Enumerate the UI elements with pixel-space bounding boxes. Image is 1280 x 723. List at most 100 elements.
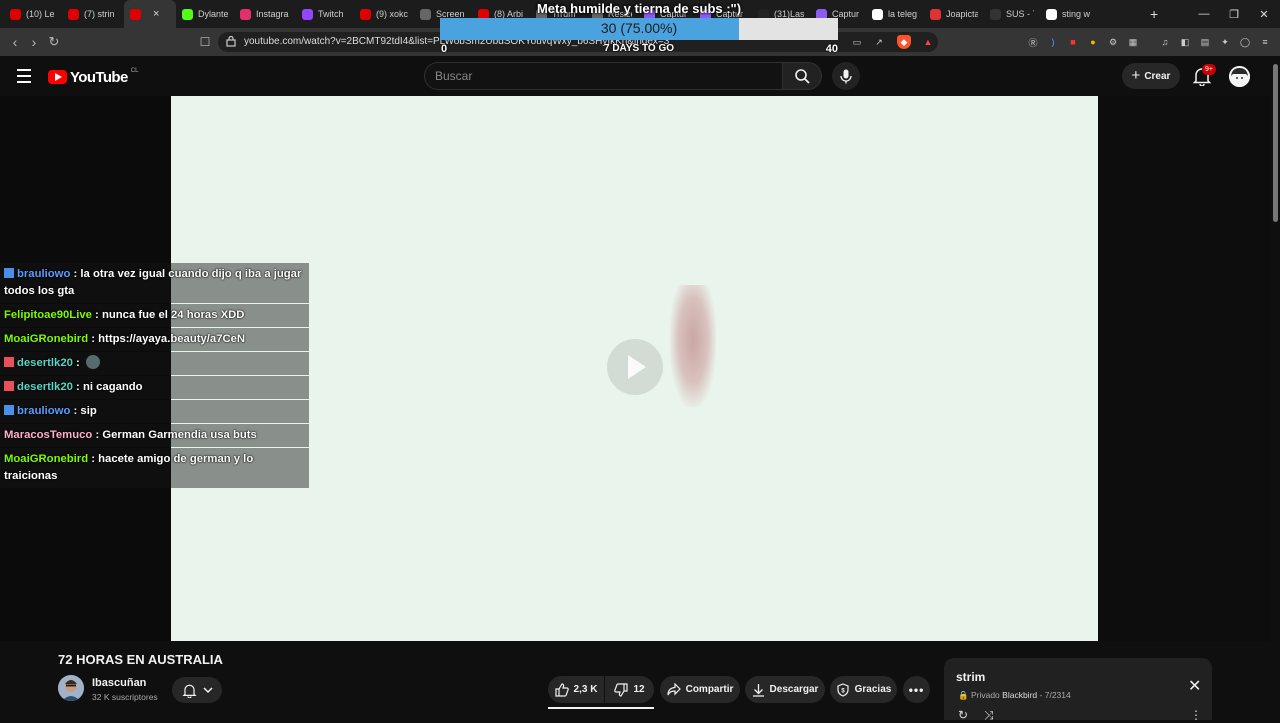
page-background-right (1098, 96, 1270, 641)
search-input[interactable]: Buscar (424, 62, 782, 90)
extensions-puzzle-icon[interactable]: ▦ (1126, 35, 1140, 49)
guide-menu-button[interactable] (14, 66, 34, 86)
tab-title: Twitch (318, 9, 344, 19)
page-scrollbar[interactable] (1270, 56, 1280, 720)
heart-badge-icon (4, 381, 14, 391)
youtube-logo[interactable]: YouTube CL (48, 67, 138, 87)
bookmark-icon[interactable]: ☐ (196, 33, 214, 51)
browser-tab[interactable]: SUS - 7 (984, 0, 1040, 28)
reload-button[interactable]: ↻ (45, 33, 63, 51)
plus-icon: + (1131, 67, 1141, 84)
create-button[interactable]: + Crear (1122, 63, 1180, 89)
back-button[interactable]: ‹ (6, 33, 24, 51)
tab-favicon-icon (68, 8, 79, 20)
vpn-icon[interactable]: ◯ (1238, 35, 1252, 49)
browser-tab[interactable]: (7) strin (62, 0, 124, 28)
goal-days-left: 7 DAYS TO GO (603, 43, 675, 54)
brave-shield-icon[interactable]: ◆ (897, 35, 911, 49)
chat-username: desertlk20 (17, 381, 73, 393)
more-actions-button[interactable]: ••• (903, 676, 930, 703)
browser-tab[interactable]: Instagra (234, 0, 296, 28)
chat-message: brauliowo : sip (0, 400, 309, 423)
browser-tab[interactable]: (10) Le (4, 0, 62, 28)
browser-tab[interactable]: Joapicta (924, 0, 984, 28)
lock-icon: 🔒 (958, 690, 969, 700)
browser-tab[interactable]: Twitch (296, 0, 354, 28)
chat-separator: : (91, 309, 102, 321)
close-tab-icon[interactable]: × (153, 8, 159, 20)
thumbs-up-icon (554, 682, 569, 697)
platform-badge-icon (4, 405, 14, 415)
chat-message: brauliowo : la otra vez igual cuando dij… (0, 263, 309, 303)
chat-username: desertlk20 (17, 357, 73, 369)
thanks-button[interactable]: $ Gracias (830, 676, 897, 703)
share-label: Compartir (685, 684, 734, 695)
voice-search-button[interactable] (832, 62, 860, 90)
subscription-notification-button[interactable] (172, 677, 222, 703)
tab-favicon-icon (240, 8, 251, 20)
extension-icon[interactable]: ● (1086, 35, 1100, 49)
browser-tab[interactable]: Dylante (176, 0, 234, 28)
browser-tab[interactable]: la teleg (866, 0, 924, 28)
forward-button[interactable]: › (25, 33, 43, 51)
chat-overlay: brauliowo : la otra vez igual cuando dij… (0, 263, 309, 489)
share-arrow-icon (666, 683, 681, 696)
chat-text: ni cagando (82, 381, 143, 393)
browser-tab[interactable]: sting w (1040, 0, 1100, 28)
playlist-separator: - (1039, 690, 1043, 700)
new-tab-button[interactable]: + (1142, 6, 1166, 22)
search-button[interactable] (782, 62, 822, 90)
share-button[interactable]: Compartir (660, 676, 740, 703)
chat-separator: : (72, 381, 83, 393)
shuffle-icon[interactable]: ⤨ (984, 708, 994, 723)
dislike-button[interactable]: 12 (605, 676, 654, 703)
download-button[interactable]: Descargar (745, 676, 825, 703)
browser-tab[interactable]: × (124, 0, 176, 28)
dislike-count: 12 (633, 684, 645, 695)
rewards-icon[interactable]: ▲ (921, 35, 935, 49)
youtube-play-logo-icon (48, 70, 67, 84)
close-window-button[interactable]: ✕ (1248, 0, 1280, 28)
chat-message: Felipitoae90Live : nunca fue el 24 horas… (0, 304, 309, 327)
playlist-title[interactable]: strim (956, 670, 985, 684)
goal-progress-text: 30 (75.00%) (600, 20, 678, 36)
tab-title: la teleg (888, 9, 918, 19)
thanks-label: Gracias (854, 684, 892, 695)
audio-icon[interactable]: ) (1046, 35, 1060, 49)
browser-menu-icon[interactable]: ≡ (1258, 35, 1272, 49)
platform-badge-icon (4, 268, 14, 278)
like-count: 2,3 K (573, 684, 598, 695)
minimize-button[interactable]: — (1188, 0, 1220, 28)
chat-emote-icon (85, 355, 100, 369)
tab-title: sting w (1062, 9, 1091, 19)
close-playlist-button[interactable]: ✕ (1188, 676, 1201, 696)
tab-favicon-icon (302, 8, 313, 20)
music-icon[interactable]: ♫ (1158, 35, 1172, 49)
thanks-icon: $ (837, 682, 849, 697)
playlist-position: 7/2314 (1044, 690, 1071, 700)
chat-username: MoaiGRonebird (4, 453, 89, 465)
chat-message: MaracosTemuco : German Garmendia usa but… (0, 424, 309, 447)
site-settings-icon[interactable] (226, 36, 236, 47)
create-label: Crear (1144, 70, 1171, 82)
wallet-icon[interactable]: ▤ (1198, 35, 1212, 49)
playlist-owner: Blackbird (1002, 690, 1038, 700)
extension-icon[interactable]: ⚙ (1106, 35, 1120, 49)
share-icon[interactable]: ↗ (872, 35, 886, 49)
screen-cast-icon[interactable]: ▭ (850, 35, 864, 49)
channel-name[interactable]: Ibascuñan (92, 677, 146, 689)
extension-icon[interactable]: ■ (1066, 35, 1080, 49)
sidebar-icon[interactable]: ◧ (1178, 35, 1192, 49)
browser-tab[interactable]: (9) xokc (354, 0, 414, 28)
heart-badge-icon (4, 357, 14, 367)
tab-title: (10) Le (26, 9, 55, 19)
leo-ai-icon[interactable]: ✦ (1218, 35, 1232, 49)
account-avatar[interactable] (1229, 66, 1250, 87)
like-button[interactable]: 2,3 K (548, 676, 604, 703)
scrollbar-thumb[interactable] (1273, 64, 1278, 222)
video-frame-figure (670, 285, 716, 407)
channel-avatar[interactable] (58, 675, 84, 701)
translate-icon[interactable]: Ⓡ (1026, 35, 1040, 49)
tab-favicon-icon (182, 8, 193, 20)
maximize-button[interactable]: ❐ (1218, 0, 1250, 28)
